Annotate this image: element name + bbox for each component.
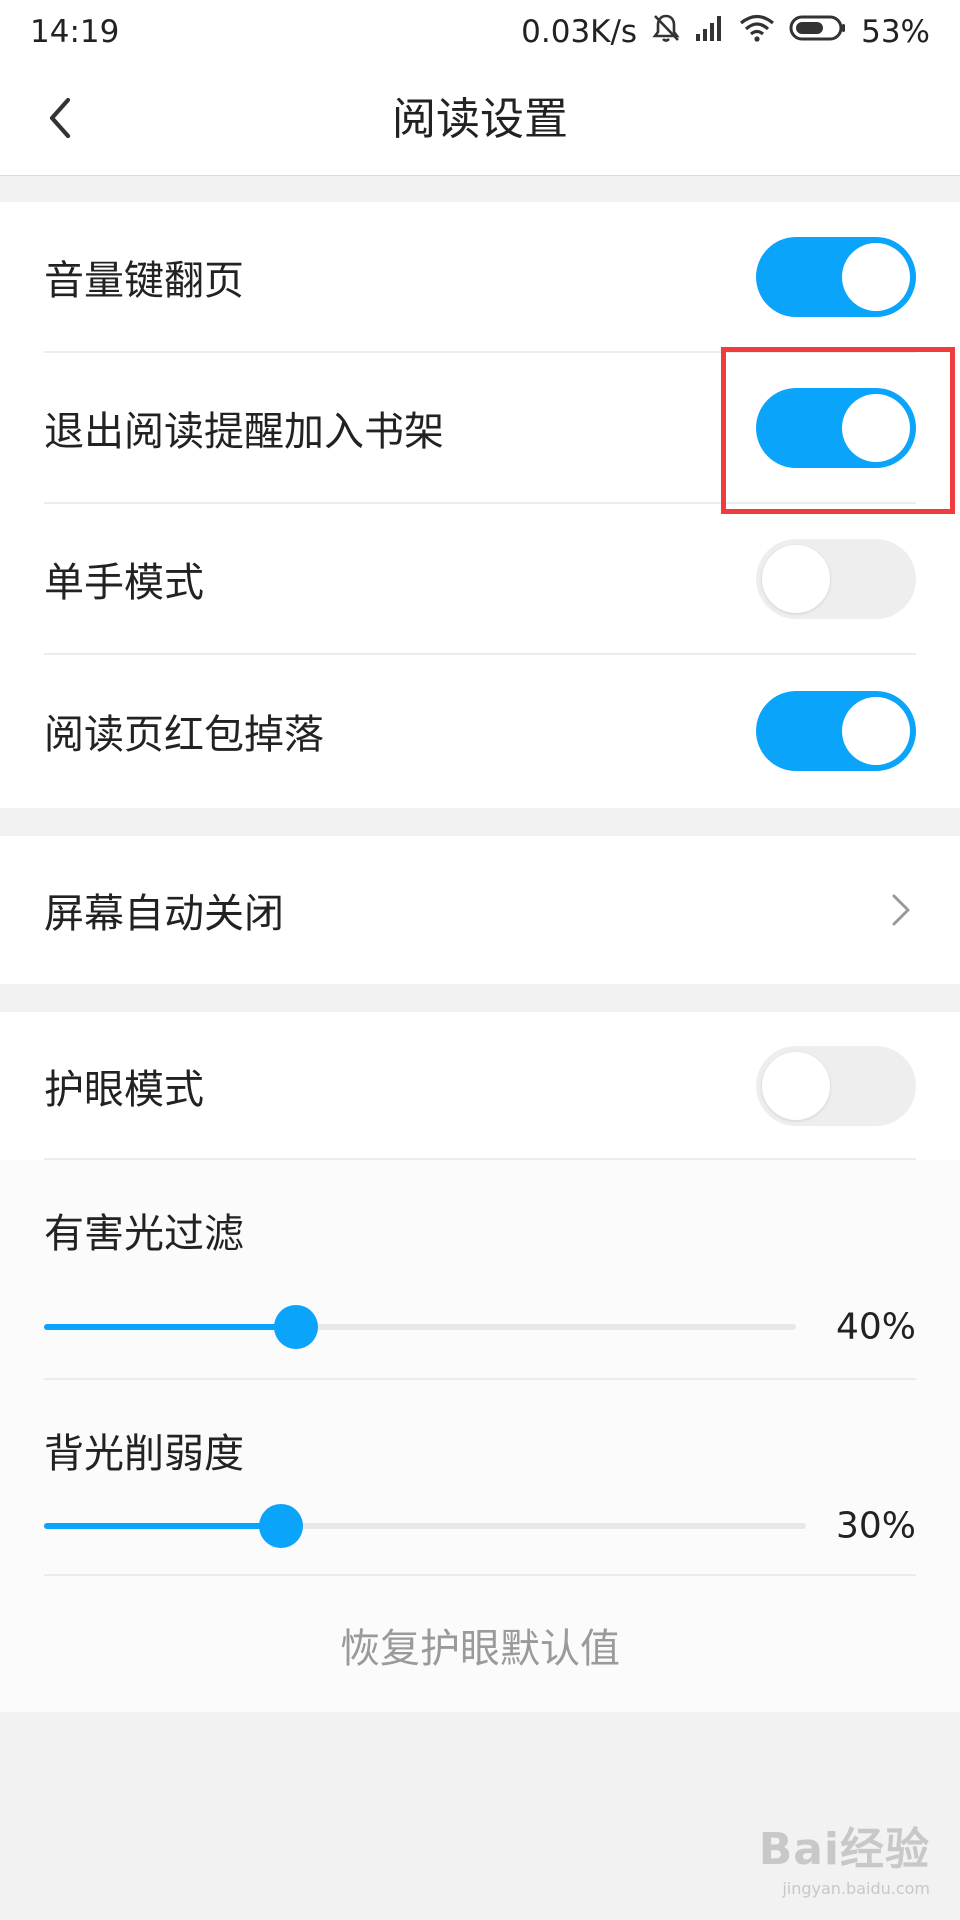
setting-label: 音量键翻页 [44, 257, 244, 304]
slider-fill [44, 1523, 281, 1529]
back-arrow-icon [44, 94, 76, 146]
battery-level: 53% [861, 14, 930, 50]
status-time: 14:19 [30, 14, 120, 50]
red-packet-toggle[interactable] [756, 690, 916, 771]
toggle-knob [762, 1052, 830, 1120]
slider-value: 30% [835, 1505, 916, 1547]
settings-section-screen: 屏幕自动关闭 [0, 836, 960, 984]
toggle-knob [842, 696, 910, 765]
eye-mode-toggle[interactable] [756, 1046, 916, 1126]
page-title: 阅读设置 [392, 94, 568, 145]
slider-value: 40% [835, 1306, 916, 1348]
battery-icon [789, 14, 847, 50]
wifi-icon [739, 14, 775, 50]
status-icons: 0.03K/s 53% [521, 12, 930, 52]
slider-fill [44, 1324, 296, 1330]
back-button[interactable] [30, 90, 90, 150]
one-hand-mode-toggle[interactable] [756, 538, 916, 619]
nav-bar: 阅读设置 [0, 64, 960, 176]
setting-red-packet-drop: 阅读页红包掉落 [44, 655, 916, 806]
network-speed: 0.03K/s [521, 14, 638, 50]
status-bar: 14:19 0.03K/s 53% [0, 0, 960, 64]
settings-section-eye-care: 护眼模式 有害光过滤 40% 背光削弱度 30% 恢复护眼默认值 [0, 1012, 960, 1712]
highlight-box [721, 347, 955, 514]
volume-key-toggle[interactable] [756, 236, 916, 317]
mute-bell-icon [651, 12, 681, 52]
slider-harmful-light-filter: 有害光过滤 40% [44, 1160, 916, 1380]
chevron-right-icon [886, 890, 916, 930]
setting-label: 退出阅读提醒加入书架 [44, 408, 444, 455]
setting-label: 阅读页红包掉落 [44, 711, 324, 758]
setting-label: 护眼模式 [44, 1067, 204, 1113]
toggle-knob [842, 242, 910, 311]
watermark: Bai经验 jingyan.baidu.com [759, 1813, 930, 1898]
slider-track[interactable] [44, 1504, 806, 1548]
toggle-knob [762, 544, 830, 613]
watermark-logo: Bai经验 [758, 1824, 930, 1875]
watermark-url: jingyan.baidu.com [782, 1879, 930, 1898]
slider-label: 有害光过滤 [44, 1211, 244, 1257]
reset-eye-care-defaults-button[interactable]: 恢复护眼默认值 [0, 1616, 960, 1674]
slider-thumb[interactable] [274, 1305, 318, 1349]
slider-track[interactable] [44, 1305, 796, 1349]
slider-label: 背光削弱度 [44, 1431, 244, 1477]
signal-icon [695, 14, 725, 50]
slider-backlight-reduction: 背光削弱度 30% [44, 1380, 916, 1576]
setting-one-hand-mode: 单手模式 [44, 504, 916, 655]
setting-eye-mode: 护眼模式 [0, 1012, 960, 1160]
setting-volume-key-page-turn: 音量键翻页 [44, 202, 916, 353]
slider-thumb[interactable] [259, 1504, 303, 1548]
setting-screen-auto-off[interactable]: 屏幕自动关闭 [44, 836, 916, 984]
setting-label: 屏幕自动关闭 [44, 891, 284, 937]
setting-label: 单手模式 [44, 559, 204, 606]
